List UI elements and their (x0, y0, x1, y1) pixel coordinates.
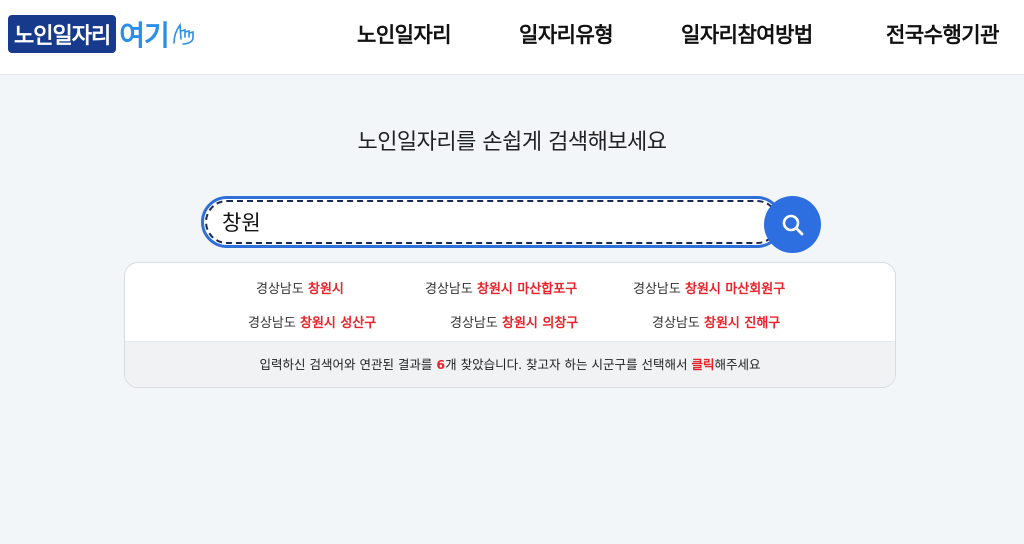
search-results: 경상남도 창원시 경상남도 창원시 마산합포구 경상남도 창원시 마산회원구 경… (124, 262, 896, 388)
summary-text-end: 해주세요 (714, 357, 761, 372)
result-city: 창원시 마산합포구 (476, 282, 578, 297)
result-item[interactable]: 경상남도 창원시 진해구 (652, 312, 780, 331)
main-nav: 노인일자리 일자리유형 일자리참여방법 전국수행기관 (0, 19, 1024, 49)
summary-text-start: 입력하신 검색어와 연관된 결과를 (259, 357, 437, 372)
result-item[interactable]: 경상남도 창원시 의창구 (450, 312, 578, 331)
result-region: 경상남도 (248, 316, 296, 331)
result-count: 6 (436, 357, 446, 372)
search-input[interactable] (201, 196, 783, 248)
result-item[interactable]: 경상남도 창원시 (256, 278, 344, 297)
result-city: 창원시 의창구 (501, 316, 579, 331)
page-headline: 노인일자리를 손쉽게 검색해보세요 (357, 130, 667, 155)
nav-item-agencies[interactable]: 전국수행기관 (886, 19, 999, 49)
search-button[interactable] (764, 196, 821, 253)
result-city: 창원시 마산회원구 (684, 282, 786, 297)
click-emphasis: 클릭 (691, 357, 715, 372)
search-bar (201, 196, 821, 254)
result-region: 경상남도 (633, 282, 681, 297)
results-summary: 입력하신 검색어와 연관된 결과를 6개 찾았습니다. 찾고자 하는 시군구를 … (125, 341, 895, 387)
result-item[interactable]: 경상남도 창원시 마산회원구 (633, 278, 785, 297)
nav-item-job-types[interactable]: 일자리유형 (519, 19, 614, 49)
result-city: 창원시 진해구 (703, 316, 781, 331)
result-city: 창원시 (307, 282, 344, 297)
site-header: 노인일자리 여기 노인일자리 일자리유형 일자리참여방법 전국수행기관 (0, 0, 1024, 75)
result-region: 경상남도 (450, 316, 498, 331)
result-region: 경상남도 (425, 282, 473, 297)
result-city: 창원시 성산구 (299, 316, 377, 331)
result-region: 경상남도 (652, 316, 700, 331)
result-region: 경상남도 (256, 282, 304, 297)
nav-item-senior-jobs[interactable]: 노인일자리 (357, 19, 452, 49)
summary-text-middle: 개 찾았습니다. 찾고자 하는 시군구를 선택해서 (445, 357, 692, 372)
nav-item-how-to-join[interactable]: 일자리참여방법 (681, 19, 813, 49)
result-item[interactable]: 경상남도 창원시 마산합포구 (425, 278, 577, 297)
result-item[interactable]: 경상남도 창원시 성산구 (248, 312, 376, 331)
search-icon (782, 214, 803, 235)
